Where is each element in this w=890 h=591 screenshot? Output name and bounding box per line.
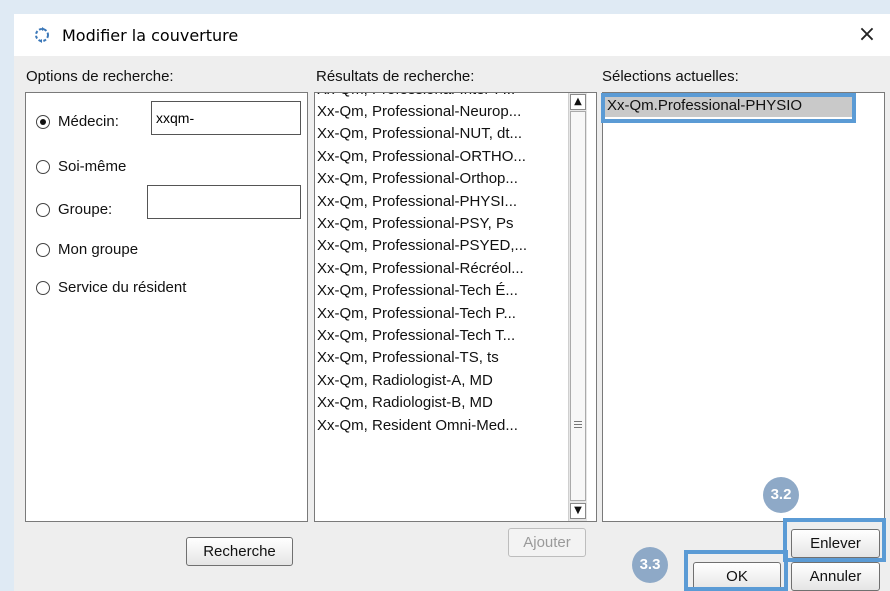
thumb-grip-line bbox=[574, 421, 582, 422]
close-icon: × bbox=[857, 22, 877, 47]
list-item[interactable]: Xx-Qm, Professional-Inter-P... bbox=[316, 93, 568, 101]
options-panel: Médecin: Soi-même Groupe: Mon groupe Ser… bbox=[25, 92, 308, 522]
list-item[interactable]: Xx-Qm, Professional-Récréol... bbox=[316, 258, 568, 280]
radio-soi-meme[interactable]: Soi-même bbox=[36, 157, 236, 179]
chevron-up-icon: ▲ bbox=[574, 96, 582, 107]
list-item[interactable]: Xx-Qm, Professional-Orthop... bbox=[316, 168, 568, 190]
radio-groupe-label: Groupe: bbox=[58, 201, 113, 218]
annuler-button[interactable]: Annuler bbox=[791, 562, 880, 591]
radio-button[interactable] bbox=[36, 243, 50, 257]
list-item[interactable]: Xx-Qm, Radiologist-A, MD bbox=[316, 370, 568, 392]
list-item[interactable]: Xx-Qm, Professional-ORTHO... bbox=[316, 146, 568, 168]
radio-button[interactable] bbox=[36, 160, 50, 174]
list-item[interactable]: Xx-Qm, Professional-Neurop... bbox=[316, 101, 568, 123]
scroll-up-button[interactable]: ▲ bbox=[570, 94, 586, 110]
radio-medecin-label: Médecin: bbox=[58, 113, 119, 130]
refresh-gear-icon bbox=[32, 25, 52, 45]
dialog-title: Modifier la couverture bbox=[62, 26, 239, 45]
thumb-grip-line bbox=[574, 424, 582, 425]
selections-label: Sélections actuelles: bbox=[602, 68, 739, 85]
list-item[interactable]: Xx-Qm, Professional-PSYED,... bbox=[316, 235, 568, 257]
enlever-highlight bbox=[783, 518, 886, 562]
radio-mon-groupe[interactable]: Mon groupe bbox=[36, 240, 236, 262]
medecin-input[interactable] bbox=[151, 101, 301, 135]
radio-mon-groupe-label: Mon groupe bbox=[58, 241, 139, 258]
dialog-body: Options de recherche: Médecin: Soi-même … bbox=[14, 56, 890, 591]
radio-button[interactable] bbox=[36, 203, 50, 217]
dialog-window: Modifier la couverture × Options de rech… bbox=[14, 14, 890, 591]
list-item[interactable]: Xx-Qm, Professional-NUT, dt... bbox=[316, 123, 568, 145]
list-item[interactable]: Xx-Qm, Professional-PHYSI... bbox=[316, 191, 568, 213]
list-item[interactable]: Xx-Qm, Professional-Tech T... bbox=[316, 325, 568, 347]
list-item[interactable]: Xx-Qm, Professional-Tech É... bbox=[316, 280, 568, 302]
step-badge-3-2: 3.2 bbox=[763, 477, 799, 513]
recherche-button[interactable]: Recherche bbox=[186, 537, 293, 566]
groupe-input[interactable] bbox=[147, 185, 301, 219]
chevron-down-icon: ▼ bbox=[574, 505, 582, 516]
scroll-thumb[interactable] bbox=[570, 111, 586, 501]
options-label: Options de recherche: bbox=[26, 68, 174, 85]
list-item[interactable]: Xx-Qm, Radiologist-B, MD bbox=[316, 392, 568, 414]
thumb-grip-line bbox=[574, 427, 582, 428]
radio-service-label: Service du résident bbox=[58, 279, 187, 296]
radio-button[interactable] bbox=[36, 115, 50, 129]
radio-service-resident[interactable]: Service du résident bbox=[36, 278, 286, 300]
list-item[interactable]: Xx-Qm, Professional-TS, ts bbox=[316, 347, 568, 369]
selections-list[interactable]: Xx-Qm.Professional-PHYSIO bbox=[602, 92, 885, 522]
list-item[interactable]: Xx-Qm, Professional-Tech P... bbox=[316, 303, 568, 325]
results-label: Résultats de recherche: bbox=[316, 68, 475, 85]
step-badge-3-3: 3.3 bbox=[632, 547, 668, 583]
title-bar: Modifier la couverture × bbox=[14, 14, 890, 56]
scroll-down-button[interactable]: ▼ bbox=[570, 503, 586, 519]
ok-highlight bbox=[684, 550, 788, 591]
radio-selected-dot bbox=[40, 119, 46, 125]
ajouter-button[interactable]: Ajouter bbox=[508, 528, 586, 557]
list-item[interactable]: Xx-Qm, Professional-PSY, Ps bbox=[316, 213, 568, 235]
results-scrollbar[interactable]: ▲ ▼ bbox=[568, 93, 587, 521]
radio-soi-meme-label: Soi-même bbox=[58, 158, 127, 175]
radio-groupe[interactable]: Groupe: bbox=[36, 200, 146, 222]
results-list[interactable]: Xx-Qm, Professional-Inter-P... Xx-Qm, Pr… bbox=[314, 92, 597, 522]
radio-button[interactable] bbox=[36, 281, 50, 295]
close-button[interactable]: × bbox=[850, 20, 884, 50]
list-item[interactable]: Xx-Qm, Resident Omni-Med... bbox=[316, 415, 568, 437]
selection-highlight bbox=[601, 93, 856, 123]
